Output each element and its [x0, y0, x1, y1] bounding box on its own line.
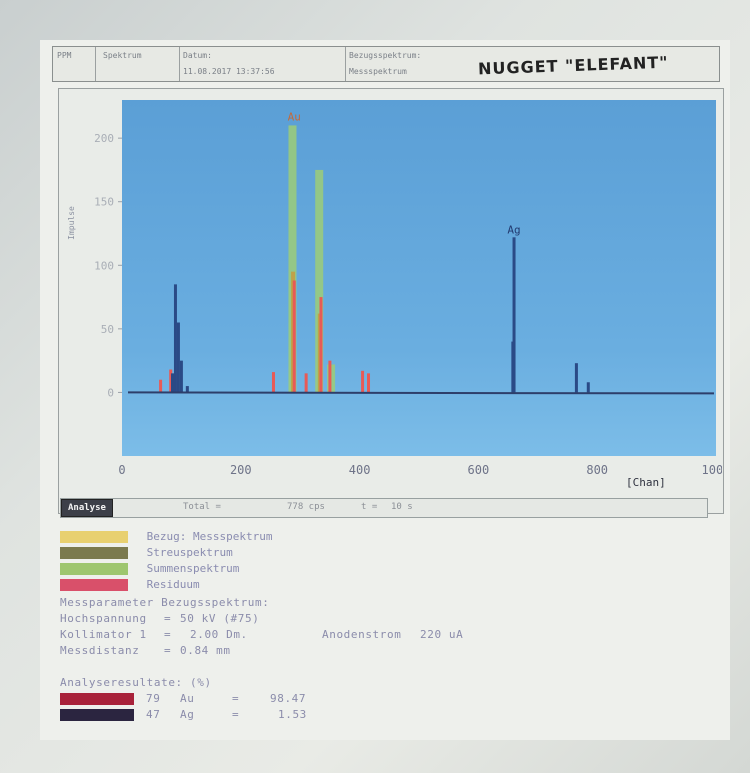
total-value: 778 cps — [287, 502, 325, 512]
x-tick-label: 0 — [118, 463, 125, 477]
y-axis: 0 50 100 150 200 — [94, 132, 122, 399]
result-value: 1.53 — [278, 708, 307, 721]
legend-item: Bezug: Messspektrum — [60, 530, 272, 544]
distance-value: 0.84 mm — [180, 644, 231, 657]
current-label: Anodenstrom — [322, 628, 402, 641]
legend-swatch — [60, 563, 128, 575]
result-value: 98.47 — [270, 692, 307, 705]
header-label: Datum: — [183, 51, 212, 60]
peak-messspektrum — [512, 237, 516, 393]
params-title: Messparameter Bezugsspektrum: — [60, 596, 270, 609]
peak-residuum — [361, 370, 365, 393]
peak-residuum — [292, 280, 296, 393]
result-swatch-au — [60, 693, 134, 705]
header-cell-spektrum: Spektrum — [95, 47, 180, 81]
collimator-value: 2.00 Dm. — [190, 628, 248, 641]
legend-label: Summenspektrum — [146, 562, 240, 575]
legend-label: Residuum — [146, 578, 200, 591]
x-tick-label: 800 — [586, 463, 608, 477]
x-tick-label: 600 — [468, 463, 490, 477]
status-bar: Analyse Total = 778 cps t = 10 s — [60, 498, 708, 518]
peak-residuum — [304, 373, 308, 393]
collimator-label: Kollimator 1 — [60, 628, 147, 641]
time-label: t = — [361, 502, 378, 512]
peak-residuum — [159, 379, 163, 393]
peak-messspektrum — [176, 322, 180, 393]
x-axis: 0 200 400 600 800 1000 — [118, 463, 722, 477]
y-tick-label: 50 — [101, 323, 114, 336]
spectrum-chart: 0 50 100 150 200 0 200 400 600 800 1000 Impulse [… — [67, 100, 722, 489]
analysis-button[interactable]: Analyse — [61, 499, 113, 517]
peak-messspektrum — [179, 360, 183, 393]
result-element: Au — [180, 692, 195, 705]
legend-item: Residuum — [60, 578, 200, 592]
header-cell-datum: Datum: 11.08.2017 13:37:56 — [179, 47, 346, 81]
header-cell-bezug: Bezugsspektrum: Messspektrum — [345, 47, 465, 81]
eq-sign: = — [164, 628, 172, 641]
plot-area — [122, 100, 716, 456]
header-label: Bezugsspektrum: — [349, 51, 422, 60]
total-label: Total = — [183, 502, 221, 512]
x-tick-label: 400 — [349, 463, 371, 477]
x-tick-label: 1000 — [702, 463, 722, 477]
result-element: Ag — [180, 708, 195, 721]
peak-residuum — [271, 372, 275, 393]
eq-sign: = — [164, 612, 172, 625]
time-value: 10 s — [391, 502, 413, 512]
peak-residuum — [319, 297, 323, 393]
results-title: Analyseresultate: (%) — [60, 676, 212, 689]
peak-annotation: Ag — [507, 224, 520, 237]
hv-label: Hochspannung — [60, 612, 147, 625]
eq-sign: = — [232, 692, 240, 705]
y-tick-label: 100 — [94, 259, 114, 272]
hv-value: 50 kV (#75) — [180, 612, 260, 625]
current-value: 220 uA — [420, 628, 464, 641]
y-axis-label: Impulse — [67, 206, 76, 240]
peak-annotation: Au — [288, 110, 301, 123]
header-value: 11.08.2017 13:37:56 — [183, 67, 275, 76]
legend-item: Summenspektrum — [60, 562, 239, 576]
x-tick-label: 200 — [230, 463, 252, 477]
legend-label: Streuspektrum — [146, 546, 233, 559]
header-label: Spektrum — [103, 51, 142, 60]
peak-messspektrum — [586, 382, 590, 393]
header-label: PPM — [57, 51, 72, 60]
legend-label: Bezug: Messspektrum — [146, 530, 273, 543]
header-value: Messspektrum — [349, 67, 407, 76]
peak-residuum — [328, 360, 332, 393]
peak-residuum — [367, 373, 371, 393]
legend-swatch — [60, 531, 128, 543]
header-cell-ppm: PPM — [53, 47, 96, 81]
result-z: 79 — [146, 692, 161, 705]
peak-messspektrum — [173, 284, 177, 393]
y-tick-label: 150 — [94, 196, 114, 209]
legend-item: Streuspektrum — [60, 546, 233, 560]
result-swatch-ag — [60, 709, 134, 721]
y-tick-label: 0 — [107, 386, 114, 399]
legend-swatch — [60, 579, 128, 591]
baseline — [127, 391, 715, 395]
peak-messspektrum — [185, 386, 189, 393]
peak-messspektrum — [574, 363, 578, 393]
peak-messspektrum — [170, 373, 174, 393]
y-tick-label: 200 — [94, 132, 114, 145]
eq-sign: = — [232, 708, 240, 721]
eq-sign: = — [164, 644, 172, 657]
distance-label: Messdistanz — [60, 644, 140, 657]
legend-swatch — [60, 547, 128, 559]
result-z: 47 — [146, 708, 161, 721]
x-axis-label: [Chan] — [626, 476, 666, 489]
